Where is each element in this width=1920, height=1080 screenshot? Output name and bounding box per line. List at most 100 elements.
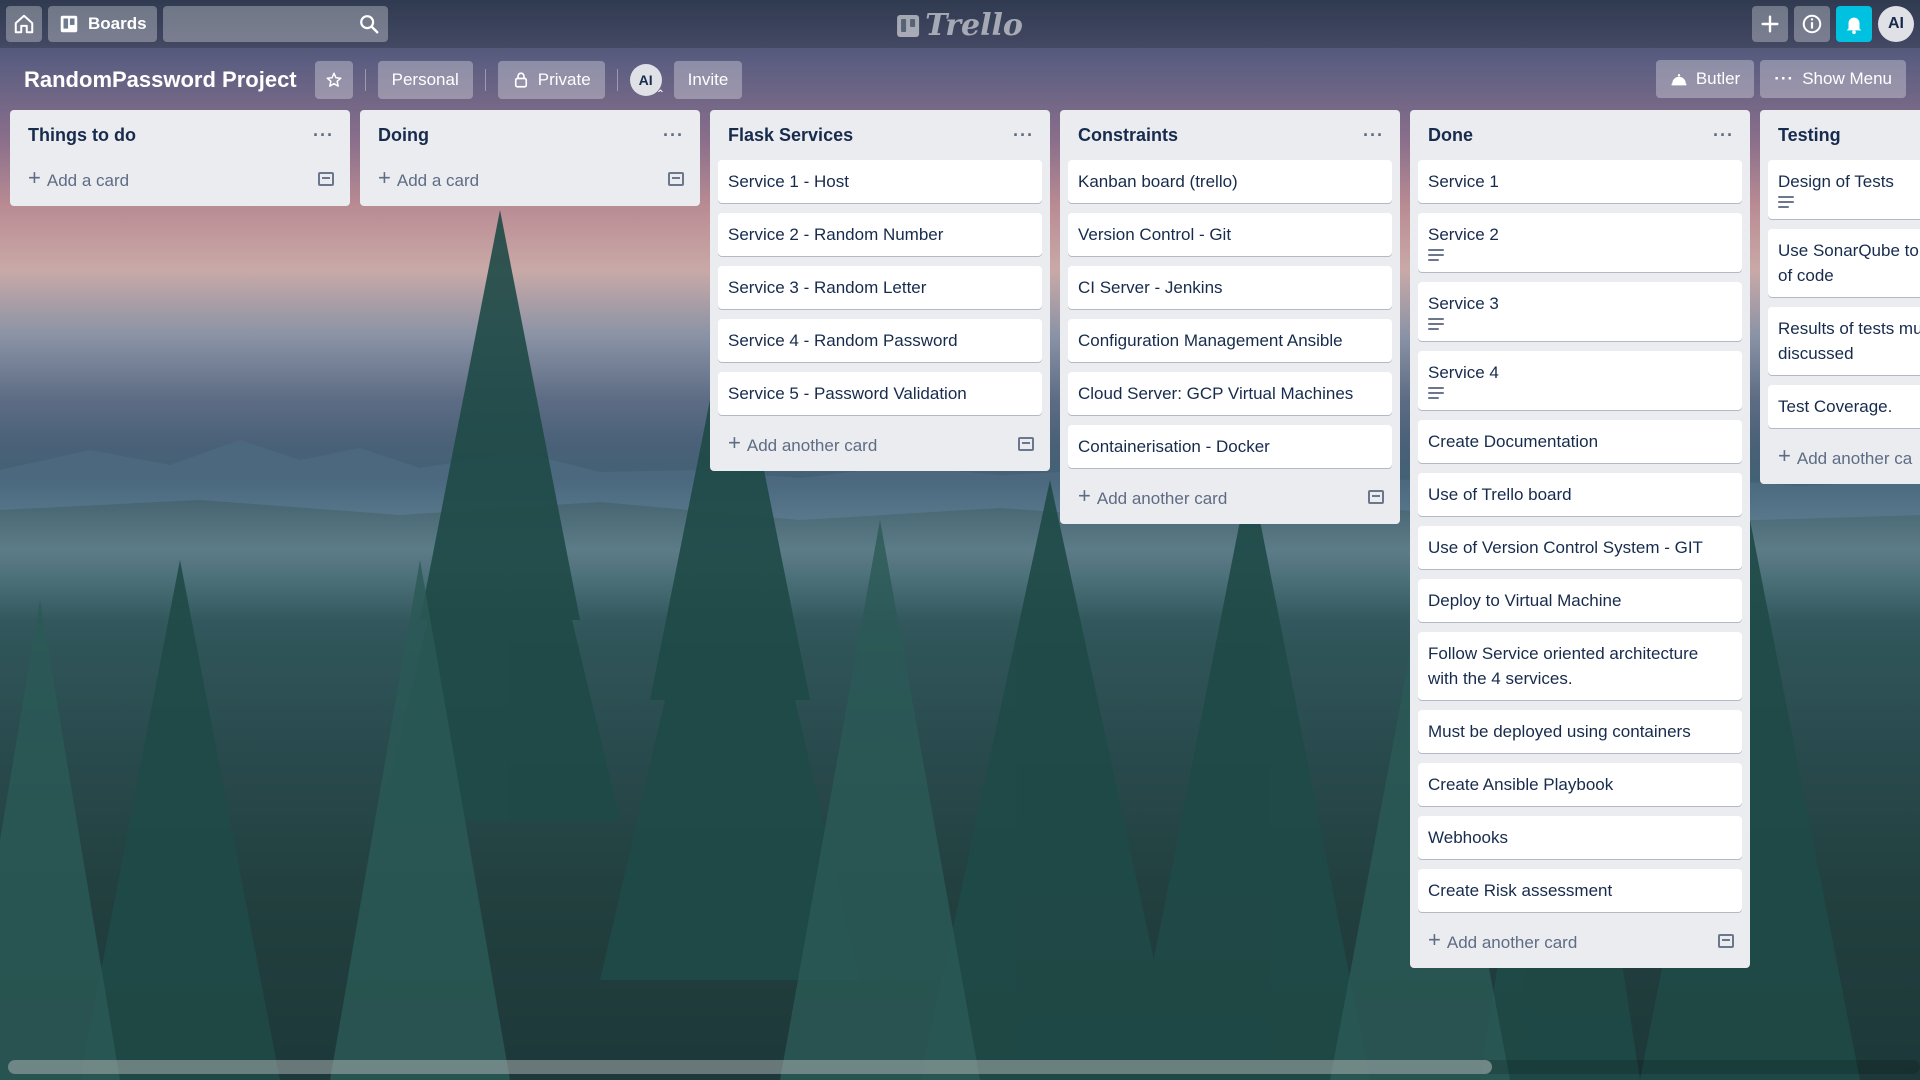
add-card-button[interactable]: + Add another card xyxy=(718,425,1042,463)
card[interactable]: CI Server - Jenkins xyxy=(1068,266,1392,309)
list-header[interactable]: Things to do ··· xyxy=(18,110,342,160)
list-header[interactable]: Flask Services ··· xyxy=(718,110,1042,160)
add-card-button[interactable]: + Add a card xyxy=(18,160,342,198)
card[interactable]: Must be deployed using containers xyxy=(1418,710,1742,753)
list-title[interactable]: Constraints xyxy=(1078,125,1178,146)
card[interactable]: Webhooks xyxy=(1418,816,1742,859)
trello-logo[interactable]: Trello xyxy=(897,8,1023,43)
list-title[interactable]: Doing xyxy=(378,125,429,146)
plus-icon: + xyxy=(378,165,391,190)
card[interactable]: Containerisation - Docker xyxy=(1068,425,1392,468)
list-title[interactable]: Done xyxy=(1428,125,1473,146)
template-icon[interactable] xyxy=(1718,934,1734,948)
search-icon[interactable] xyxy=(358,13,380,35)
info-button[interactable] xyxy=(1794,6,1830,42)
boards-button[interactable]: Boards xyxy=(48,6,157,42)
card-title: Follow Service oriented architecture wit… xyxy=(1428,644,1699,688)
card[interactable]: Create Risk assessment xyxy=(1418,869,1742,912)
butler-button[interactable]: Butler xyxy=(1655,60,1755,98)
card[interactable]: Service 2 - Random Number xyxy=(718,213,1042,256)
template-icon[interactable] xyxy=(1368,490,1384,504)
notifications-button[interactable] xyxy=(1836,6,1872,42)
card-title: Service 1 - Host xyxy=(728,172,849,191)
list-header[interactable]: Testing xyxy=(1768,110,1920,160)
more-icon: ··· xyxy=(1774,69,1795,88)
plus-icon: + xyxy=(28,165,41,190)
admin-chevron-icon: ⌃ xyxy=(656,89,665,100)
list-title[interactable]: Things to do xyxy=(28,125,136,146)
card[interactable]: Cloud Server: GCP Virtual Machines xyxy=(1068,372,1392,415)
description-icon xyxy=(1778,196,1794,210)
visibility-button[interactable]: Private xyxy=(497,61,605,99)
list-header[interactable]: Done ··· xyxy=(1418,110,1742,160)
card[interactable]: Create Ansible Playbook xyxy=(1418,763,1742,806)
card-title: Results of tests mu discussed xyxy=(1778,319,1920,363)
card[interactable]: Service 1 - Host xyxy=(718,160,1042,203)
card[interactable]: Version Control - Git xyxy=(1068,213,1392,256)
card-title: CI Server - Jenkins xyxy=(1078,278,1223,297)
create-button[interactable] xyxy=(1752,6,1788,42)
list-header[interactable]: Doing ··· xyxy=(368,110,692,160)
card[interactable]: Deploy to Virtual Machine xyxy=(1418,579,1742,622)
add-card-button[interactable]: + Add another card xyxy=(1068,478,1392,516)
card-title: Service 1 xyxy=(1428,172,1499,191)
card-title: Kanban board (trello) xyxy=(1078,172,1238,191)
add-card-button[interactable]: + Add a card xyxy=(368,160,692,198)
card-title: Design of Tests xyxy=(1778,172,1894,191)
card-title: Service 4 - Random Password xyxy=(728,331,958,350)
star-button[interactable] xyxy=(314,61,353,99)
card[interactable]: Design of Tests xyxy=(1768,160,1920,219)
card[interactable]: Use SonarQube to of code xyxy=(1768,229,1920,297)
board-header: RandomPassword Project Personal Private … xyxy=(0,60,1920,100)
add-card-button[interactable]: + Add another ca xyxy=(1768,438,1920,476)
list-menu-icon[interactable]: ··· xyxy=(1713,125,1734,146)
card[interactable]: Follow Service oriented architecture wit… xyxy=(1418,632,1742,700)
template-icon[interactable] xyxy=(668,172,684,186)
list-menu-icon[interactable]: ··· xyxy=(663,125,684,146)
card[interactable]: Service 4 xyxy=(1418,351,1742,410)
add-card-button[interactable]: + Add another card xyxy=(1418,922,1742,960)
board-canvas: Things to do ··· + Add a card Doing ··· +… xyxy=(10,110,1920,1055)
card[interactable]: Service 5 - Password Validation xyxy=(718,372,1042,415)
card-title: Service 3 xyxy=(1428,294,1499,313)
search-input[interactable] xyxy=(162,6,388,42)
card[interactable]: Service 4 - Random Password xyxy=(718,319,1042,362)
card[interactable]: Service 3 - Random Letter xyxy=(718,266,1042,309)
home-button[interactable] xyxy=(6,6,42,42)
card[interactable]: Configuration Management Ansible xyxy=(1068,319,1392,362)
team-button[interactable]: Personal xyxy=(377,61,473,99)
card[interactable]: Service 2 xyxy=(1418,213,1742,272)
plus-icon xyxy=(1761,15,1779,33)
divider xyxy=(484,69,486,91)
card[interactable]: Use of Version Control System - GIT xyxy=(1418,526,1742,569)
plus-icon: + xyxy=(1778,443,1791,468)
list-menu-icon[interactable]: ··· xyxy=(1013,125,1034,146)
template-icon[interactable] xyxy=(318,172,334,186)
member-avatar[interactable]: AI ⌃ xyxy=(629,64,665,100)
list-menu-icon[interactable]: ··· xyxy=(1363,125,1384,146)
card[interactable]: Use of Trello board xyxy=(1418,473,1742,516)
list-constraints: Constraints ··· Kanban board (trello) Ve… xyxy=(1060,110,1400,524)
card[interactable]: Create Documentation xyxy=(1418,420,1742,463)
template-icon[interactable] xyxy=(1018,437,1034,451)
list-title[interactable]: Testing xyxy=(1778,125,1841,146)
list-title[interactable]: Flask Services xyxy=(728,125,853,146)
user-avatar[interactable]: AI xyxy=(1878,6,1914,42)
board-title[interactable]: RandomPassword Project xyxy=(24,67,297,93)
scrollbar-thumb[interactable] xyxy=(8,1060,1492,1074)
card[interactable]: Kanban board (trello) xyxy=(1068,160,1392,203)
show-menu-label: Show Menu xyxy=(1802,69,1892,88)
card[interactable]: Service 1 xyxy=(1418,160,1742,203)
show-menu-button[interactable]: ··· Show Menu xyxy=(1760,60,1906,98)
list-menu-icon[interactable]: ··· xyxy=(313,125,334,146)
card[interactable]: Results of tests mu discussed xyxy=(1768,307,1920,375)
header-actions: AI xyxy=(1752,6,1914,42)
list-header[interactable]: Constraints ··· xyxy=(1068,110,1392,160)
search-box[interactable] xyxy=(162,6,388,42)
board-horizontal-scrollbar[interactable] xyxy=(8,1060,1920,1074)
card[interactable]: Service 3 xyxy=(1418,282,1742,341)
add-card-label: Add another ca xyxy=(1796,449,1913,468)
invite-button[interactable]: Invite xyxy=(673,61,743,99)
boards-icon xyxy=(60,15,78,33)
card[interactable]: Test Coverage. xyxy=(1768,385,1920,428)
